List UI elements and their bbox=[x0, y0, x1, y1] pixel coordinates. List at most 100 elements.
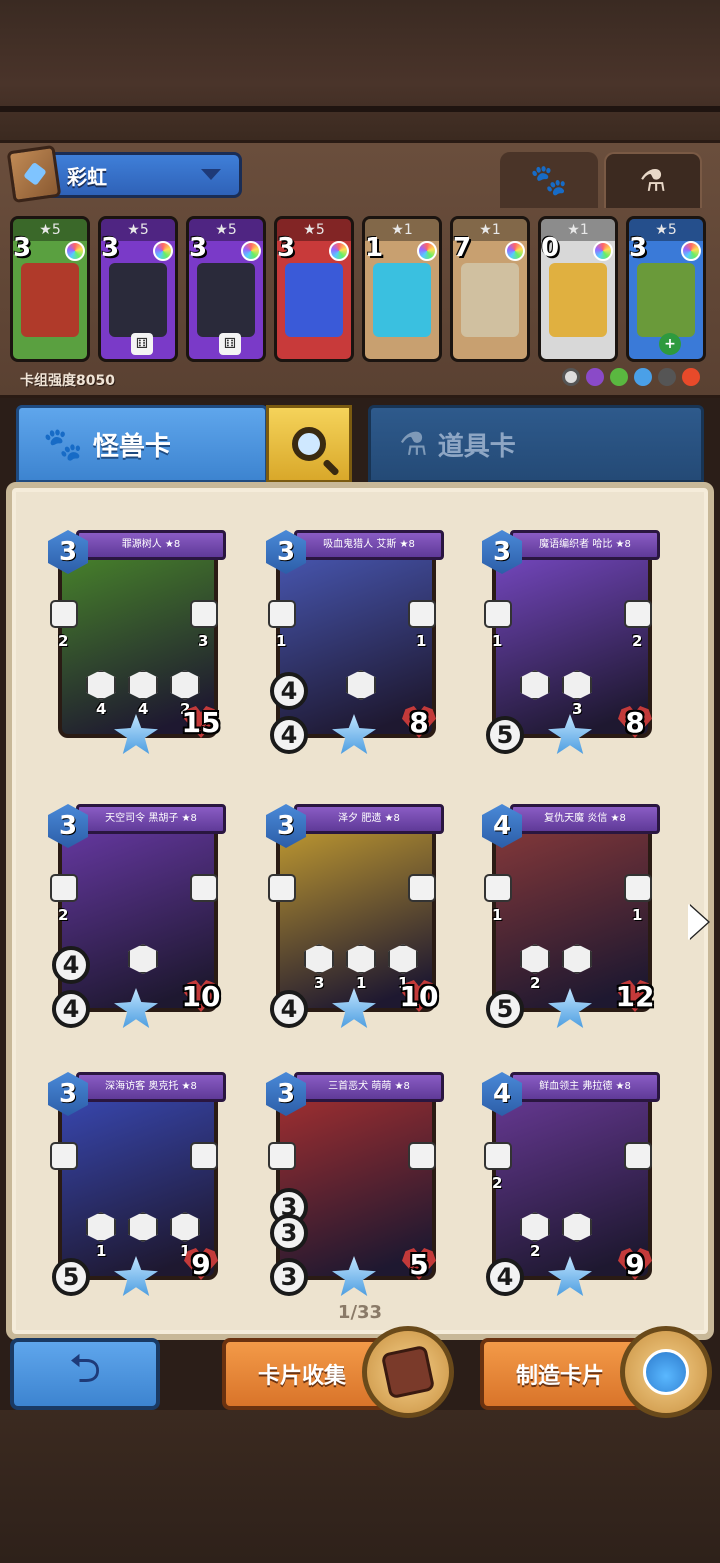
right-trait-value: 1 bbox=[416, 632, 427, 650]
deck-card[interactable]: ★5 3 ⚅ bbox=[186, 216, 266, 362]
deck-card[interactable]: ★1 0 bbox=[538, 216, 618, 362]
card-name: 天空司令 黑胡子 ★8 bbox=[76, 804, 226, 834]
left-trait-value: 2 bbox=[492, 1174, 503, 1192]
top-wood-background bbox=[0, 0, 720, 140]
rainbow-gem-icon bbox=[593, 241, 613, 261]
attack-stat: 3 bbox=[270, 1214, 308, 1252]
deck-card[interactable]: ★5 3 ⚅ bbox=[98, 216, 178, 362]
flask-filter-tab[interactable]: ⚗ bbox=[604, 152, 702, 208]
card-name: 复仇天魔 炎信 ★8 bbox=[510, 804, 660, 834]
card-collection-panel: 罪源树人 ★8 3 2 3 4 4 2 15 吸血鬼猎人 艾斯 ★8 3 1 1 4 4 8 魔语编织者 哈比… bbox=[6, 482, 714, 1340]
speed-stat: 4 bbox=[486, 1258, 524, 1296]
paw-filter-tab[interactable]: 🐾 bbox=[500, 152, 598, 208]
deck-power: 卡组强度8050 bbox=[20, 373, 115, 389]
health-stat: 15 bbox=[181, 706, 221, 739]
ability-value: 4 bbox=[138, 700, 149, 718]
card-cost: 1 bbox=[365, 233, 384, 263]
speed-stat: 4 bbox=[270, 990, 308, 1028]
health-stat: 8 bbox=[625, 706, 645, 739]
rainbow-gem-icon bbox=[241, 241, 261, 261]
attack-stat: 4 bbox=[270, 672, 308, 710]
tab-monster-label: 怪兽卡 bbox=[92, 431, 171, 462]
left-trait-icon bbox=[484, 600, 512, 628]
deck-card-row: ★5 3 ★5 3 ⚅ ★5 3 ⚅ ★5 3 ★1 1 ★1 7 ★1 0 ★5 3 + bbox=[10, 216, 710, 364]
left-trait-value: 1 bbox=[492, 632, 503, 650]
right-trait-icon bbox=[624, 874, 652, 902]
health-stat: 10 bbox=[399, 980, 439, 1013]
deck-card[interactable]: ★1 7 bbox=[450, 216, 530, 362]
monster-card[interactable]: 吸血鬼猎人 艾斯 ★8 3 1 1 4 4 8 bbox=[266, 530, 444, 758]
ability-value: 3 bbox=[572, 700, 583, 718]
flask-icon: ⚗ bbox=[399, 425, 428, 463]
right-trait-value: 3 bbox=[198, 632, 209, 650]
health-stat: 8 bbox=[409, 706, 429, 739]
back-arrow-icon: ⮌ bbox=[68, 1346, 102, 1392]
monster-card[interactable]: 鲜血领主 弗拉德 ★8 4 2 2 4 9 bbox=[482, 1072, 660, 1300]
ability-value: 1 bbox=[356, 974, 367, 992]
card-name: 三首恶犬 萌萌 ★8 bbox=[294, 1072, 444, 1102]
monster-card[interactable]: 三首恶犬 萌萌 ★8 3 3 3 3 5 bbox=[266, 1072, 444, 1300]
card-badge-icon: ⚅ bbox=[219, 333, 241, 355]
search-button[interactable] bbox=[266, 405, 352, 483]
element-icons bbox=[562, 368, 700, 386]
dark-element-icon bbox=[658, 368, 676, 386]
left-trait-value: 2 bbox=[58, 906, 69, 924]
monster-card[interactable]: 天空司令 黑胡子 ★8 3 2 4 4 10 bbox=[48, 804, 226, 1032]
rainbow-gem-icon bbox=[417, 241, 437, 261]
deck-name: 彩虹 bbox=[67, 164, 107, 189]
card-art bbox=[549, 263, 607, 337]
card-cost: 0 bbox=[541, 233, 560, 263]
right-trait-icon bbox=[190, 600, 218, 628]
card-art bbox=[461, 263, 519, 337]
health-stat: 9 bbox=[191, 1248, 211, 1281]
monster-card[interactable]: 深海访客 奥克托 ★8 3 1 1 5 9 bbox=[48, 1072, 226, 1300]
card-name: 吸血鬼猎人 艾斯 ★8 bbox=[294, 530, 444, 560]
next-page-arrow-icon[interactable] bbox=[688, 904, 708, 940]
deck-card[interactable]: ★5 3 + bbox=[626, 216, 706, 362]
rainbow-gem-icon bbox=[65, 241, 85, 261]
back-button[interactable]: ⮌ bbox=[10, 1338, 160, 1410]
purple-element-icon bbox=[586, 368, 604, 386]
page-indicator: 1/33 bbox=[337, 1302, 383, 1323]
card-art bbox=[21, 263, 79, 337]
search-icon bbox=[292, 427, 326, 461]
left-trait-icon bbox=[268, 600, 296, 628]
collect-label: 卡片收集 bbox=[258, 1364, 347, 1389]
left-trait-icon bbox=[484, 874, 512, 902]
monster-card[interactable]: 罪源树人 ★8 3 2 3 4 4 2 15 bbox=[48, 530, 226, 758]
card-album-icon[interactable] bbox=[362, 1326, 454, 1418]
attack-stat: 4 bbox=[52, 946, 90, 984]
card-badge-icon: ⚅ bbox=[131, 333, 153, 355]
right-trait-icon bbox=[624, 1142, 652, 1170]
monster-card[interactable]: 魔语编织者 哈比 ★8 3 1 2 3 5 8 bbox=[482, 530, 660, 758]
card-art bbox=[285, 263, 343, 337]
water-element-icon bbox=[634, 368, 652, 386]
fire-element-icon bbox=[682, 368, 700, 386]
card-cost: 3 bbox=[277, 233, 296, 263]
rainbow-gem-icon bbox=[153, 241, 173, 261]
flask-icon: ⚗ bbox=[639, 163, 667, 199]
right-trait-icon bbox=[408, 1142, 436, 1170]
card-art bbox=[109, 263, 167, 337]
right-trait-value: 1 bbox=[632, 906, 643, 924]
monster-card[interactable]: 复仇天魔 炎信 ★8 4 1 1 2 5 12 bbox=[482, 804, 660, 1032]
left-trait-value: 1 bbox=[276, 632, 287, 650]
card-name: 泽夕 肥遗 ★8 bbox=[294, 804, 444, 834]
tab-item-cards[interactable]: ⚗ 道具卡 bbox=[368, 405, 704, 483]
card-badge-icon: + bbox=[659, 333, 681, 355]
card-cost: 3 bbox=[101, 233, 120, 263]
health-stat: 9 bbox=[625, 1248, 645, 1281]
ability-value: 3 bbox=[314, 974, 325, 992]
deck-card[interactable]: ★1 1 bbox=[362, 216, 442, 362]
right-trait-icon bbox=[408, 600, 436, 628]
card-name: 深海访客 奥克托 ★8 bbox=[76, 1072, 226, 1102]
left-trait-icon bbox=[268, 1142, 296, 1170]
deck-card[interactable]: ★5 3 bbox=[274, 216, 354, 362]
potion-icon[interactable] bbox=[620, 1326, 712, 1418]
neutral-element-icon bbox=[562, 368, 580, 386]
ability-value: 4 bbox=[96, 700, 107, 718]
monster-card[interactable]: 泽夕 肥遗 ★8 3 3 1 1 4 10 bbox=[266, 804, 444, 1032]
card-cost: 7 bbox=[453, 233, 472, 263]
tab-monster-cards[interactable]: 🐾 怪兽卡 bbox=[16, 405, 268, 483]
deck-card[interactable]: ★5 3 bbox=[10, 216, 90, 362]
